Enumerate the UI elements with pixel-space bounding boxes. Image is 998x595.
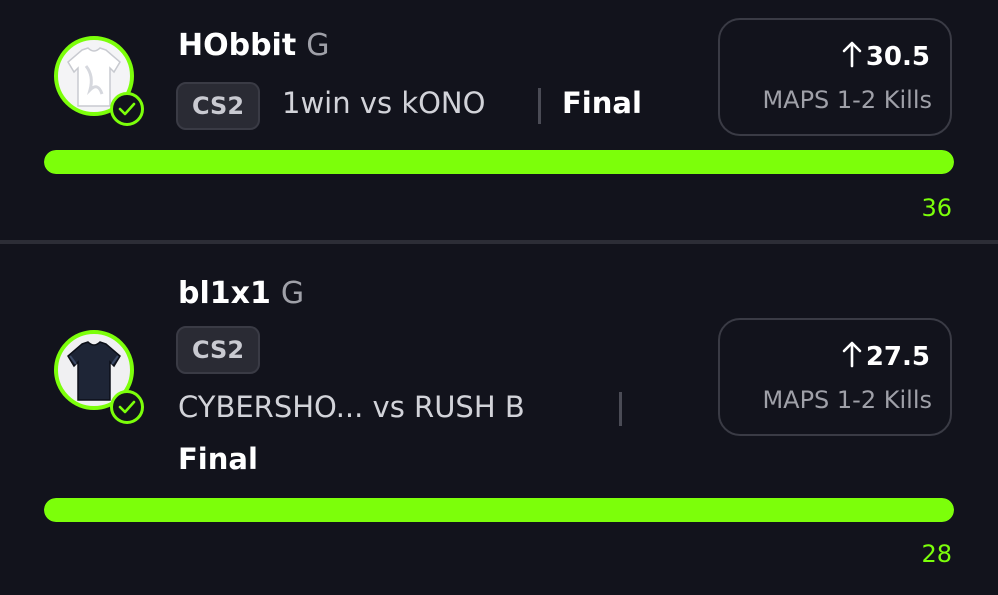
- game-tag: CS2: [176, 82, 261, 130]
- line-value: 30.5: [865, 42, 930, 72]
- dark-jersey-icon: [67, 341, 121, 401]
- separator: [538, 88, 541, 124]
- player-position: G: [306, 28, 330, 63]
- pick-card-hobbit[interactable]: HObbit G CS2 1win vs kONO Final 30.5 MAPS…: [0, 0, 998, 240]
- progress-bar: [44, 150, 954, 174]
- arrow-up-icon: [842, 341, 862, 368]
- result-value: 28: [921, 540, 952, 568]
- player-name: HObbit G: [178, 28, 329, 63]
- progress-fill: [44, 498, 954, 522]
- player-position: G: [280, 276, 305, 311]
- stat-type: MAPS 1-2 Kills: [762, 386, 932, 414]
- player-name-text: bl1x1: [178, 276, 271, 311]
- player-name-text: HObbit: [178, 28, 297, 63]
- result-value: 36: [921, 194, 952, 222]
- stat-type: MAPS 1-2 Kills: [762, 86, 932, 114]
- pick-card-bl1x1[interactable]: bl1x1 G CS2 CYBERSHO... vs RUSH B Final 2…: [0, 244, 998, 595]
- game-status: Final: [178, 442, 258, 476]
- progress-bar: [44, 498, 954, 522]
- progress-fill: [44, 150, 954, 174]
- matchup-text: 1win vs kONO: [282, 86, 486, 120]
- arrow-up-icon: [842, 41, 862, 68]
- game-status: Final: [562, 86, 642, 120]
- line-value: 27.5: [865, 342, 930, 372]
- player-name: bl1x1 G: [178, 276, 304, 311]
- verified-check-icon: [110, 390, 144, 424]
- matchup-text: CYBERSHO... vs RUSH B: [178, 390, 525, 424]
- line-box[interactable]: 27.5 MAPS 1-2 Kills: [718, 318, 952, 436]
- game-tag: CS2: [176, 326, 261, 374]
- separator: [619, 392, 622, 426]
- verified-check-icon: [110, 92, 144, 126]
- line-box[interactable]: 30.5 MAPS 1-2 Kills: [718, 18, 952, 136]
